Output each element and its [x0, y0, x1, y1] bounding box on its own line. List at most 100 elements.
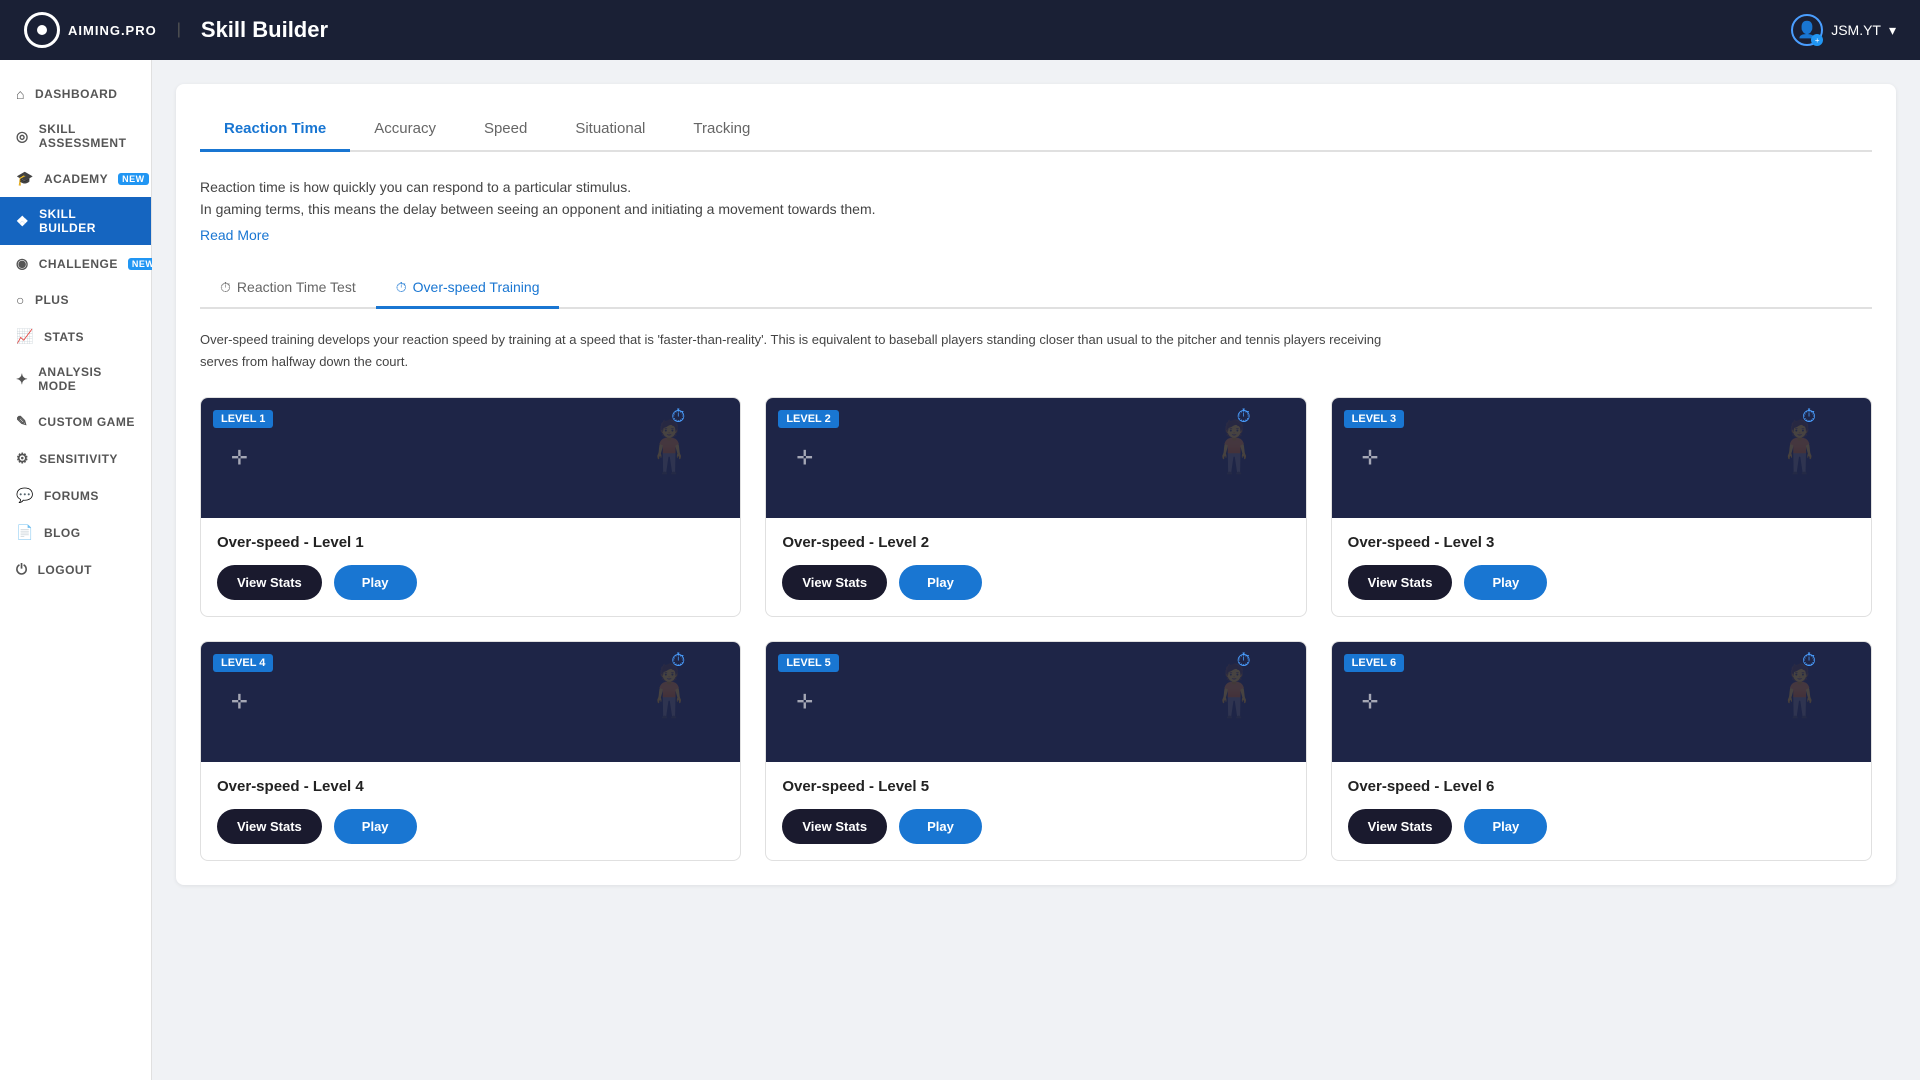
sidebar-item-blog[interactable]: 📄 BLOG	[0, 514, 151, 551]
logout-icon: ⏻	[16, 561, 28, 578]
view-stats-button-4[interactable]: View Stats	[217, 809, 322, 844]
target-icon: ◎	[16, 128, 29, 145]
level-card-image-4: LEVEL 4 ✛ ⏱ 🧍	[201, 642, 740, 762]
academy-icon: 🎓	[16, 170, 34, 187]
stats-icon: 📈	[16, 328, 34, 345]
plus-badge: +	[1811, 34, 1823, 46]
level-card-image-6: LEVEL 6 ✛ ⏱ 🧍	[1332, 642, 1871, 762]
level-badge-4: LEVEL 4	[213, 654, 273, 672]
username: JSM.YT	[1831, 22, 1881, 38]
timer-sub-icon: ⏱	[220, 279, 231, 296]
tab-reaction-time[interactable]: Reaction Time	[200, 108, 350, 152]
crosshair-icon-3: ✛	[1362, 445, 1379, 470]
level-card-actions-4: View Stats Play	[217, 809, 724, 844]
timer-sub-icon2: ⏱	[396, 279, 407, 296]
home-icon: ⌂	[16, 86, 25, 102]
tab-speed[interactable]: Speed	[460, 108, 551, 152]
view-stats-button-1[interactable]: View Stats	[217, 565, 322, 600]
level-badge-6: LEVEL 6	[1344, 654, 1404, 672]
overspeed-description: Over-speed training develops your reacti…	[200, 329, 1400, 373]
read-more-link[interactable]: Read More	[200, 227, 269, 243]
view-stats-button-2[interactable]: View Stats	[782, 565, 887, 600]
tab-tracking[interactable]: Tracking	[669, 108, 774, 152]
level-card-3: LEVEL 3 ✛ ⏱ 🧍 Over-speed - Level 3 View …	[1331, 397, 1872, 617]
plus-icon: ○	[16, 292, 25, 308]
sidebar-item-stats[interactable]: 📈 STATS	[0, 318, 151, 355]
forums-icon: 💬	[16, 487, 34, 504]
play-button-3[interactable]: Play	[1464, 565, 1547, 600]
silhouette-icon-5: 🧍	[1203, 662, 1265, 721]
level-card-title-4: Over-speed - Level 4	[217, 778, 724, 795]
user-menu[interactable]: 👤 + JSM.YT ▾	[1791, 14, 1896, 46]
challenge-icon: ◉	[16, 255, 29, 272]
level-card-image-3: LEVEL 3 ✛ ⏱ 🧍	[1332, 398, 1871, 518]
level-card-actions-2: View Stats Play	[782, 565, 1289, 600]
level-card-image-1: LEVEL 1 ✛ ⏱ 🧍	[201, 398, 740, 518]
crosshair-icon-2: ✛	[796, 445, 813, 470]
sidebar-item-challenge[interactable]: ◉ CHALLENGE NEW	[0, 245, 151, 282]
main-card: Reaction Time Accuracy Speed Situational…	[176, 84, 1896, 885]
sub-tab-reaction-time-test[interactable]: ⏱ Reaction Time Test	[200, 269, 376, 309]
level-badge-1: LEVEL 1	[213, 410, 273, 428]
tab-situational[interactable]: Situational	[551, 108, 669, 152]
sidebar-item-custom-game[interactable]: ✎ CUSTOM GAME	[0, 403, 151, 440]
crosshair-icon-6: ✛	[1362, 689, 1379, 714]
level-card-1: LEVEL 1 ✛ ⏱ 🧍 Over-speed - Level 1 View …	[200, 397, 741, 617]
logo-circle	[24, 12, 60, 48]
description-line1: Reaction time is how quickly you can res…	[200, 176, 1872, 198]
header-left: AIMING.PRO | Skill Builder	[24, 12, 328, 48]
play-button-1[interactable]: Play	[334, 565, 417, 600]
play-button-6[interactable]: Play	[1464, 809, 1547, 844]
play-button-5[interactable]: Play	[899, 809, 982, 844]
divider: |	[177, 21, 181, 39]
level-badge-5: LEVEL 5	[778, 654, 838, 672]
level-card-4: LEVEL 4 ✛ ⏱ 🧍 Over-speed - Level 4 View …	[200, 641, 741, 861]
level-card-actions-5: View Stats Play	[782, 809, 1289, 844]
sidebar-item-forums[interactable]: 💬 FORUMS	[0, 477, 151, 514]
level-card-body-3: Over-speed - Level 3 View Stats Play	[1332, 518, 1871, 616]
play-button-4[interactable]: Play	[334, 809, 417, 844]
level-card-image-5: LEVEL 5 ✛ ⏱ 🧍	[766, 642, 1305, 762]
skill-builder-icon: ❖	[16, 213, 29, 230]
logo: AIMING.PRO	[24, 12, 157, 48]
sidebar-item-dashboard[interactable]: ⌂ DASHBOARD	[0, 76, 151, 112]
crosshair-icon-4: ✛	[231, 689, 248, 714]
description-line2: In gaming terms, this means the delay be…	[200, 198, 1872, 220]
sidebar-item-skill-builder[interactable]: ❖ SKILL BUILDER	[0, 197, 151, 245]
crosshair-icon-1: ✛	[231, 445, 248, 470]
sidebar-item-plus[interactable]: ○ PLUS	[0, 282, 151, 318]
chevron-down-icon: ▾	[1889, 22, 1896, 39]
level-card-title-1: Over-speed - Level 1	[217, 534, 724, 551]
silhouette-icon-4: 🧍	[638, 662, 700, 721]
view-stats-button-3[interactable]: View Stats	[1348, 565, 1453, 600]
view-stats-button-6[interactable]: View Stats	[1348, 809, 1453, 844]
level-card-2: LEVEL 2 ✛ ⏱ 🧍 Over-speed - Level 2 View …	[765, 397, 1306, 617]
sidebar-item-analysis-mode[interactable]: ✦ ANALYSIS MODE	[0, 355, 151, 403]
blog-icon: 📄	[16, 524, 34, 541]
custom-game-icon: ✎	[16, 413, 28, 430]
levels-grid: LEVEL 1 ✛ ⏱ 🧍 Over-speed - Level 1 View …	[200, 397, 1872, 861]
sidebar: ⌂ DASHBOARD ◎ SKILL ASSESSMENT 🎓 ACADEMY…	[0, 60, 152, 1080]
logo-dot	[37, 25, 47, 35]
sidebar-item-sensitivity[interactable]: ⚙ SENSITIVITY	[0, 440, 151, 477]
play-button-2[interactable]: Play	[899, 565, 982, 600]
sub-tabs: ⏱ Reaction Time Test ⏱ Over-speed Traini…	[200, 269, 1872, 309]
silhouette-icon-2: 🧍	[1203, 418, 1265, 477]
level-card-title-6: Over-speed - Level 6	[1348, 778, 1855, 795]
sidebar-item-skill-assessment[interactable]: ◎ SKILL ASSESSMENT	[0, 112, 151, 160]
sidebar-item-academy[interactable]: 🎓 ACADEMY NEW	[0, 160, 151, 197]
view-stats-button-5[interactable]: View Stats	[782, 809, 887, 844]
tab-description: Reaction time is how quickly you can res…	[200, 176, 1872, 245]
tab-accuracy[interactable]: Accuracy	[350, 108, 460, 152]
level-card-5: LEVEL 5 ✛ ⏱ 🧍 Over-speed - Level 5 View …	[765, 641, 1306, 861]
level-card-body-1: Over-speed - Level 1 View Stats Play	[201, 518, 740, 616]
level-card-body-4: Over-speed - Level 4 View Stats Play	[201, 762, 740, 860]
sidebar-item-logout[interactable]: ⏻ LOGOUT	[0, 551, 151, 588]
sub-tab-over-speed-training[interactable]: ⏱ Over-speed Training	[376, 269, 560, 309]
level-card-actions-3: View Stats Play	[1348, 565, 1855, 600]
level-card-title-2: Over-speed - Level 2	[782, 534, 1289, 551]
main-tabs: Reaction Time Accuracy Speed Situational…	[200, 108, 1872, 152]
sensitivity-icon: ⚙	[16, 450, 29, 467]
level-card-title-3: Over-speed - Level 3	[1348, 534, 1855, 551]
academy-badge: NEW	[118, 173, 149, 185]
